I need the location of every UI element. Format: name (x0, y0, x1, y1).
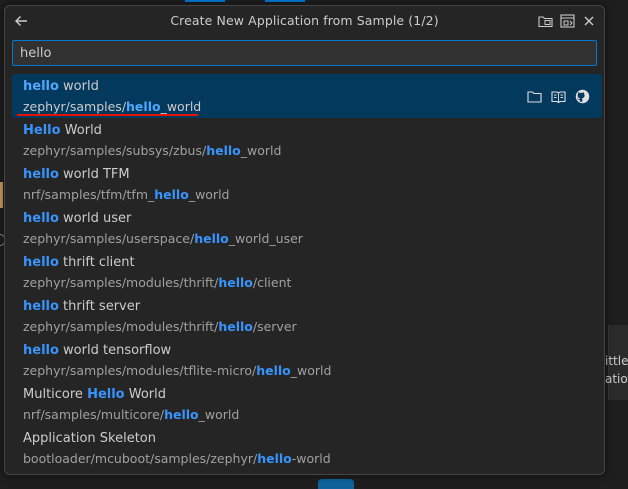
desc-suffix: /server (252, 319, 297, 334)
list-item[interactable]: hello thrift client zephyr/samples/modul… (12, 250, 602, 294)
desc-match: hello (164, 407, 199, 422)
github-icon (575, 89, 589, 103)
label-match: hello (23, 299, 59, 314)
desc-prefix: zephyr/samples/ (23, 99, 127, 114)
label-suffix: world user (58, 211, 132, 226)
item-label: hello world tensorflow (23, 338, 602, 361)
item-description: nrf/samples/multicore/hello_world (23, 407, 602, 422)
desc-suffix: -world (291, 451, 331, 466)
editor-tab-indicator (185, 0, 225, 2)
desc-match: hello (154, 187, 189, 202)
desc-suffix: /client (252, 275, 292, 290)
desc-match: hello (218, 319, 253, 334)
label-suffix: world tensorflow (58, 343, 172, 358)
label-suffix: thrift client (58, 255, 135, 270)
search-input[interactable] (13, 41, 596, 65)
desc-prefix: zephyr/samples/userspace/ (23, 231, 195, 246)
open-folder-button[interactable] (536, 12, 554, 30)
item-label: hello world TFM (23, 162, 602, 185)
desc-match: hello (206, 143, 241, 158)
close-icon (584, 16, 594, 26)
desc-prefix: zephyr/samples/modules/tflite-micro/ (23, 363, 257, 378)
desc-match: hello (194, 231, 229, 246)
desc-match: hello (126, 99, 161, 114)
desc-prefix: bootloader/mcuboot/samples/zephyr/ (23, 451, 258, 466)
background-text: atio (605, 372, 628, 386)
label-suffix: World (124, 387, 167, 402)
label-prefix: Application Skeleton (23, 431, 156, 446)
label-match: hello (23, 255, 59, 270)
list-item[interactable]: hello world user zephyr/samples/userspac… (12, 206, 602, 250)
item-label: hello world user (23, 206, 602, 229)
editor-tab-indicator (265, 0, 305, 2)
open-workspace-button[interactable] (558, 12, 576, 30)
open-folder-icon (537, 16, 553, 28)
readme-button[interactable] (550, 88, 566, 104)
list-item[interactable]: hello world TFM nrf/samples/tfm/tfm_hell… (12, 162, 602, 206)
item-description: bootloader/mcuboot/samples/zephyr/hello-… (23, 451, 602, 466)
label-match: hello (23, 343, 59, 358)
item-description: zephyr/samples/modules/thrift/hello/clie… (23, 275, 602, 290)
sample-list: hello world zephyr/samples/hello_world H… (12, 74, 602, 470)
desc-match: hello (256, 363, 291, 378)
background-badge (318, 479, 354, 489)
desc-prefix: zephyr/samples/modules/thrift/ (23, 319, 219, 334)
item-label: hello thrift server (23, 294, 602, 317)
label-suffix: thrift server (58, 299, 141, 314)
item-label: hello thrift client (23, 250, 602, 273)
open-workspace-icon (559, 14, 575, 28)
github-button[interactable] (574, 88, 590, 104)
item-description: zephyr/samples/hello_world (23, 99, 602, 114)
desc-prefix: nrf/samples/tfm/tfm_ (23, 187, 155, 202)
item-label: Application Skeleton (23, 426, 602, 449)
desc-suffix: _world (188, 187, 230, 202)
label-match: Hello (23, 123, 61, 138)
quick-pick-title: Create New Application from Sample (1/2) (170, 13, 439, 28)
list-item[interactable]: Multicore Hello World nrf/samples/multic… (12, 382, 602, 426)
desc-suffix: _world_user (228, 231, 303, 246)
book-icon (550, 90, 566, 103)
desc-suffix: _world (198, 407, 240, 422)
desc-suffix: _world (240, 143, 282, 158)
desc-prefix: zephyr/samples/modules/thrift/ (23, 275, 219, 290)
header-actions (536, 12, 598, 30)
label-match: Hello (87, 387, 125, 402)
desc-match: hello (218, 275, 253, 290)
item-description: zephyr/samples/userspace/hello_world_use… (23, 231, 602, 246)
open-folder-item-button[interactable] (526, 88, 542, 104)
list-item[interactable]: hello world zephyr/samples/hello_world (12, 74, 602, 118)
search-box (12, 40, 597, 66)
item-label: Hello World (23, 118, 602, 141)
close-button[interactable] (580, 12, 598, 30)
list-item[interactable]: hello thrift server zephyr/samples/modul… (12, 294, 602, 338)
quick-pick-dialog: Create New Application from Sample (1/2) (4, 5, 605, 475)
folder-icon (526, 90, 542, 103)
item-label: hello world (23, 74, 602, 97)
label-match: hello (23, 167, 59, 182)
item-description: zephyr/samples/modules/tflite-micro/hell… (23, 363, 602, 378)
list-item[interactable]: Application Skeleton bootloader/mcuboot/… (12, 426, 602, 470)
label-suffix: World (60, 123, 102, 138)
item-description: nrf/samples/tfm/tfm_hello_world (23, 187, 602, 202)
item-actions (526, 88, 590, 104)
desc-prefix: zephyr/samples/subsys/zbus/ (23, 143, 207, 158)
desc-match: hello (257, 451, 292, 466)
item-description: zephyr/samples/modules/thrift/hello/serv… (23, 319, 602, 334)
list-item[interactable]: Hello World zephyr/samples/subsys/zbus/h… (12, 118, 602, 162)
label-prefix: Multicore (23, 387, 88, 402)
background-text: ittle (605, 354, 628, 368)
desc-suffix: _world (160, 99, 202, 114)
label-suffix: world (58, 79, 99, 94)
label-match: hello (23, 211, 59, 226)
label-suffix: world TFM (58, 167, 130, 182)
item-description: zephyr/samples/subsys/zbus/hello_world (23, 143, 602, 158)
quick-pick-header: Create New Application from Sample (1/2) (5, 6, 604, 36)
list-item[interactable]: hello world tensorflow zephyr/samples/mo… (12, 338, 602, 382)
gutter-marker (0, 182, 3, 208)
label-match: hello (23, 79, 59, 94)
desc-prefix: nrf/samples/multicore/ (23, 407, 165, 422)
desc-suffix: _world (290, 363, 332, 378)
annotation-underline (17, 114, 198, 116)
item-label: Multicore Hello World (23, 382, 602, 405)
